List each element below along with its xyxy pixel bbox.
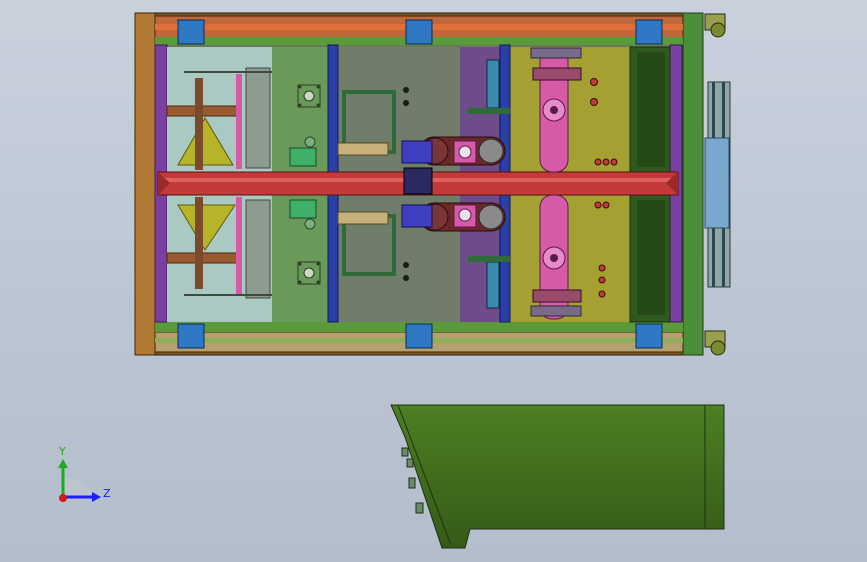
cylinder-bottom — [486, 261, 500, 309]
frame-right-rail — [682, 12, 704, 356]
coordinate-triad: Y Z — [58, 445, 111, 502]
belt-drive-top — [419, 136, 506, 166]
right-blue-box — [704, 137, 730, 229]
green-motor-top — [289, 147, 317, 167]
green-motor-bottom — [289, 199, 317, 219]
roller-shaft-bottom — [195, 197, 203, 289]
tan-plate-top — [337, 142, 389, 156]
side-view-body — [390, 404, 725, 549]
dark-green-inner-bottom — [637, 200, 665, 315]
cad-viewport[interactable]: Y Z — [0, 0, 867, 562]
pink-guide-bottom — [236, 197, 242, 295]
z-axis-arrow — [92, 492, 101, 502]
cylinder-top — [486, 59, 500, 109]
pink-guide-top — [236, 74, 242, 169]
z-axis-label: Z — [103, 487, 111, 500]
olive-right-top — [510, 47, 630, 172]
blue-motor-top — [401, 140, 433, 164]
grey-rollers-top — [245, 67, 271, 169]
dark-green-inner-top — [637, 52, 665, 167]
grey-rollers-bottom — [245, 199, 271, 299]
center-dark-block — [403, 167, 433, 195]
olive-right-bottom — [510, 195, 630, 322]
belt-drive-bottom — [419, 202, 506, 232]
y-axis-arrow — [58, 459, 68, 468]
side-view-outline — [390, 404, 725, 549]
tan-plate-bottom — [337, 211, 389, 225]
blue-motor-bottom — [401, 204, 433, 228]
right-caster-bottom — [704, 330, 726, 356]
right-caster-top — [704, 13, 726, 38]
y-axis-label: Y — [58, 445, 66, 458]
roller-shaft-top — [195, 78, 203, 170]
frame-left-rail — [134, 12, 156, 356]
machine-top-view — [134, 12, 731, 356]
triad-origin — [59, 494, 67, 502]
